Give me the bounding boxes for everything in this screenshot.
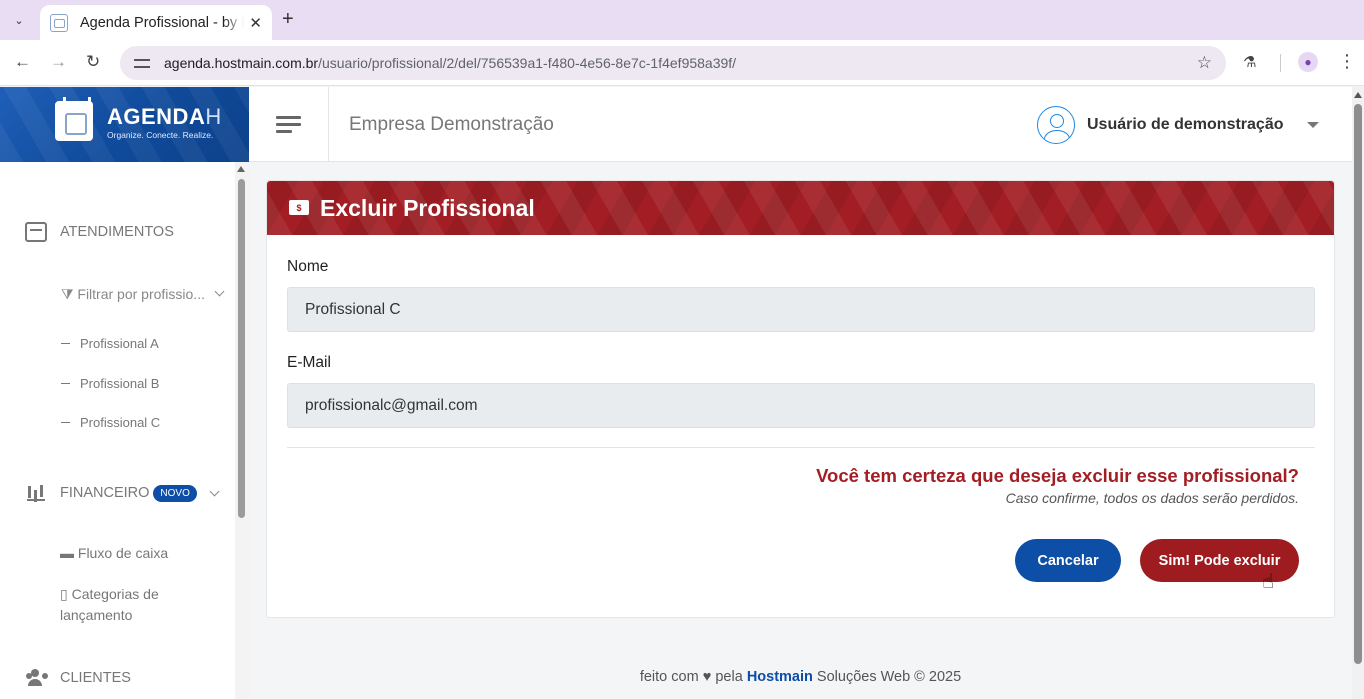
- filter-label: Filtrar por profissio...: [77, 286, 205, 302]
- chevron-down-icon[interactable]: [214, 286, 225, 297]
- url-text[interactable]: agenda.hostmain.com.br/usuario/profissio…: [164, 55, 736, 71]
- url-omnibox[interactable]: agenda.hostmain.com.br/usuario/profissio…: [120, 46, 1226, 80]
- browser-tab-bar: ⌄ Agenda Profissional - by Hostmain ✕ +: [0, 0, 1364, 40]
- chart-icon: [25, 483, 47, 503]
- money-bill-icon: $: [289, 200, 309, 215]
- new-badge: NOVO: [153, 484, 197, 502]
- sidebar-section-label: FINANCEIRO: [60, 485, 150, 501]
- sidebar-item-profissional-c[interactable]: Profissional C: [61, 415, 160, 430]
- confirm-question: Você tem certeza que deseja excluir esse…: [816, 465, 1299, 486]
- company-name: Empresa Demonstração: [349, 114, 554, 135]
- favicon-icon: [50, 13, 68, 32]
- footer-brand-link[interactable]: Hostmain: [747, 669, 813, 685]
- new-tab-icon[interactable]: +: [282, 8, 294, 31]
- logo-calendar-icon: [55, 97, 93, 141]
- toolbar-separator: [1280, 54, 1281, 72]
- page-scrollbar-thumb[interactable]: [1354, 104, 1362, 664]
- footer-suffix: Soluções Web © 2025: [816, 669, 962, 685]
- bookmark-star-icon[interactable]: ☆: [1197, 53, 1212, 73]
- topbar-divider: [328, 87, 329, 162]
- browser-tab[interactable]: Agenda Profissional - by Hostmain ✕: [40, 5, 272, 40]
- sidebar-item-label: Categorias de lançamento: [60, 586, 159, 623]
- name-field[interactable]: [287, 287, 1315, 332]
- sidebar-item-categorias[interactable]: ▯ Categorias de lançamento: [60, 584, 210, 626]
- mouse-pointer-icon: ☝: [1262, 571, 1275, 593]
- filter-professional-dropdown[interactable]: ⧩ Filtrar por profissio...: [61, 286, 205, 303]
- menu-toggle-icon[interactable]: [276, 116, 301, 133]
- back-icon[interactable]: ←: [14, 52, 31, 72]
- tab-title: Agenda Profissional - by Hostmain: [80, 14, 244, 31]
- app-logo-area[interactable]: AGENDAH Organize. Conecte. Realize.: [0, 87, 249, 162]
- heart-icon: ♥: [702, 669, 712, 685]
- cancel-button[interactable]: Cancelar: [1015, 539, 1121, 582]
- site-settings-icon[interactable]: [134, 56, 150, 70]
- logo-text: AGENDAH: [107, 104, 222, 130]
- app-topbar: Empresa Demonstração Usuário de demonstr…: [249, 87, 1352, 162]
- cash-register-icon: ▬: [60, 545, 78, 561]
- sidebar-section-atendimentos[interactable]: ATENDIMENTOS: [25, 222, 174, 242]
- confirm-delete-button[interactable]: Sim! Pode excluir: [1140, 539, 1299, 582]
- address-bar-area: ← → ↻ agenda.hostmain.com.br/usuario/pro…: [0, 40, 1364, 86]
- receipt-icon: ▯: [60, 586, 72, 602]
- sidebar-item-fluxo-de-caixa[interactable]: ▬ Fluxo de caixa: [60, 543, 168, 564]
- sidebar-item-label: Fluxo de caixa: [77, 545, 169, 561]
- sidebar: ATENDIMENTOS ⧩ Filtrar por profissio... …: [0, 162, 249, 699]
- chevron-down-icon[interactable]: [209, 486, 220, 497]
- user-name[interactable]: Usuário de demonstração: [1087, 116, 1284, 134]
- sidebar-section-label: ATENDIMENTOS: [60, 224, 174, 240]
- data-loss-warning: Caso confirme, todos os dados serão perd…: [1005, 490, 1299, 506]
- footer-pela: pela: [715, 669, 743, 685]
- logo-tagline: Organize. Conecte. Realize.: [107, 130, 214, 140]
- name-label: Nome: [287, 258, 329, 275]
- sidebar-item-label: Profissional C: [80, 415, 161, 430]
- scroll-up-arrow-icon[interactable]: [1354, 92, 1362, 98]
- footer-prefix: feito com: [639, 669, 699, 685]
- user-menu-caret-icon[interactable]: [1307, 122, 1319, 128]
- profile-avatar-icon[interactable]: ●: [1298, 52, 1318, 72]
- sidebar-section-financeiro[interactable]: FINANCEIRO NOVO: [25, 483, 197, 503]
- close-tab-icon[interactable]: ✕: [249, 14, 262, 32]
- email-label: E-Mail: [287, 354, 331, 371]
- delete-professional-card: $ Excluir Profissional Nome E-Mail Você …: [266, 180, 1335, 618]
- browser-menu-icon[interactable]: ⋮: [1338, 51, 1356, 72]
- url-host: agenda.hostmain.com.br: [164, 55, 319, 71]
- reload-icon[interactable]: ↻: [86, 52, 100, 72]
- url-path: /usuario/profissional/2/del/756539a1-f48…: [318, 55, 737, 71]
- scroll-up-arrow-icon[interactable]: [237, 166, 245, 172]
- sidebar-scrollbar-thumb[interactable]: [238, 179, 245, 518]
- sidebar-item-profissional-a[interactable]: Profissional A: [61, 336, 159, 351]
- sidebar-section-clientes[interactable]: CLIENTES: [25, 668, 131, 688]
- page-footer: feito com ♥ pela Hostmain Soluções Web ©…: [249, 669, 1352, 685]
- tab-search-icon[interactable]: ⌄: [6, 7, 32, 33]
- sidebar-item-label: Profissional B: [80, 376, 160, 391]
- card-header: $ Excluir Profissional: [267, 181, 1334, 235]
- divider: [287, 447, 1315, 448]
- people-icon: [25, 668, 47, 688]
- sidebar-item-label: Profissional A: [80, 336, 159, 351]
- sidebar-item-profissional-b[interactable]: Profissional B: [61, 376, 159, 391]
- forward-icon[interactable]: →: [50, 52, 67, 72]
- labs-flask-icon[interactable]: ⚗: [1243, 53, 1256, 71]
- user-avatar-icon[interactable]: [1037, 106, 1075, 144]
- email-field[interactable]: [287, 383, 1315, 428]
- calendar-icon: [25, 222, 47, 242]
- sidebar-section-label: CLIENTES: [60, 670, 131, 686]
- logo-name-suffix: H: [205, 104, 222, 129]
- logo-name: AGENDA: [107, 104, 206, 129]
- card-title: Excluir Profissional: [320, 195, 535, 221]
